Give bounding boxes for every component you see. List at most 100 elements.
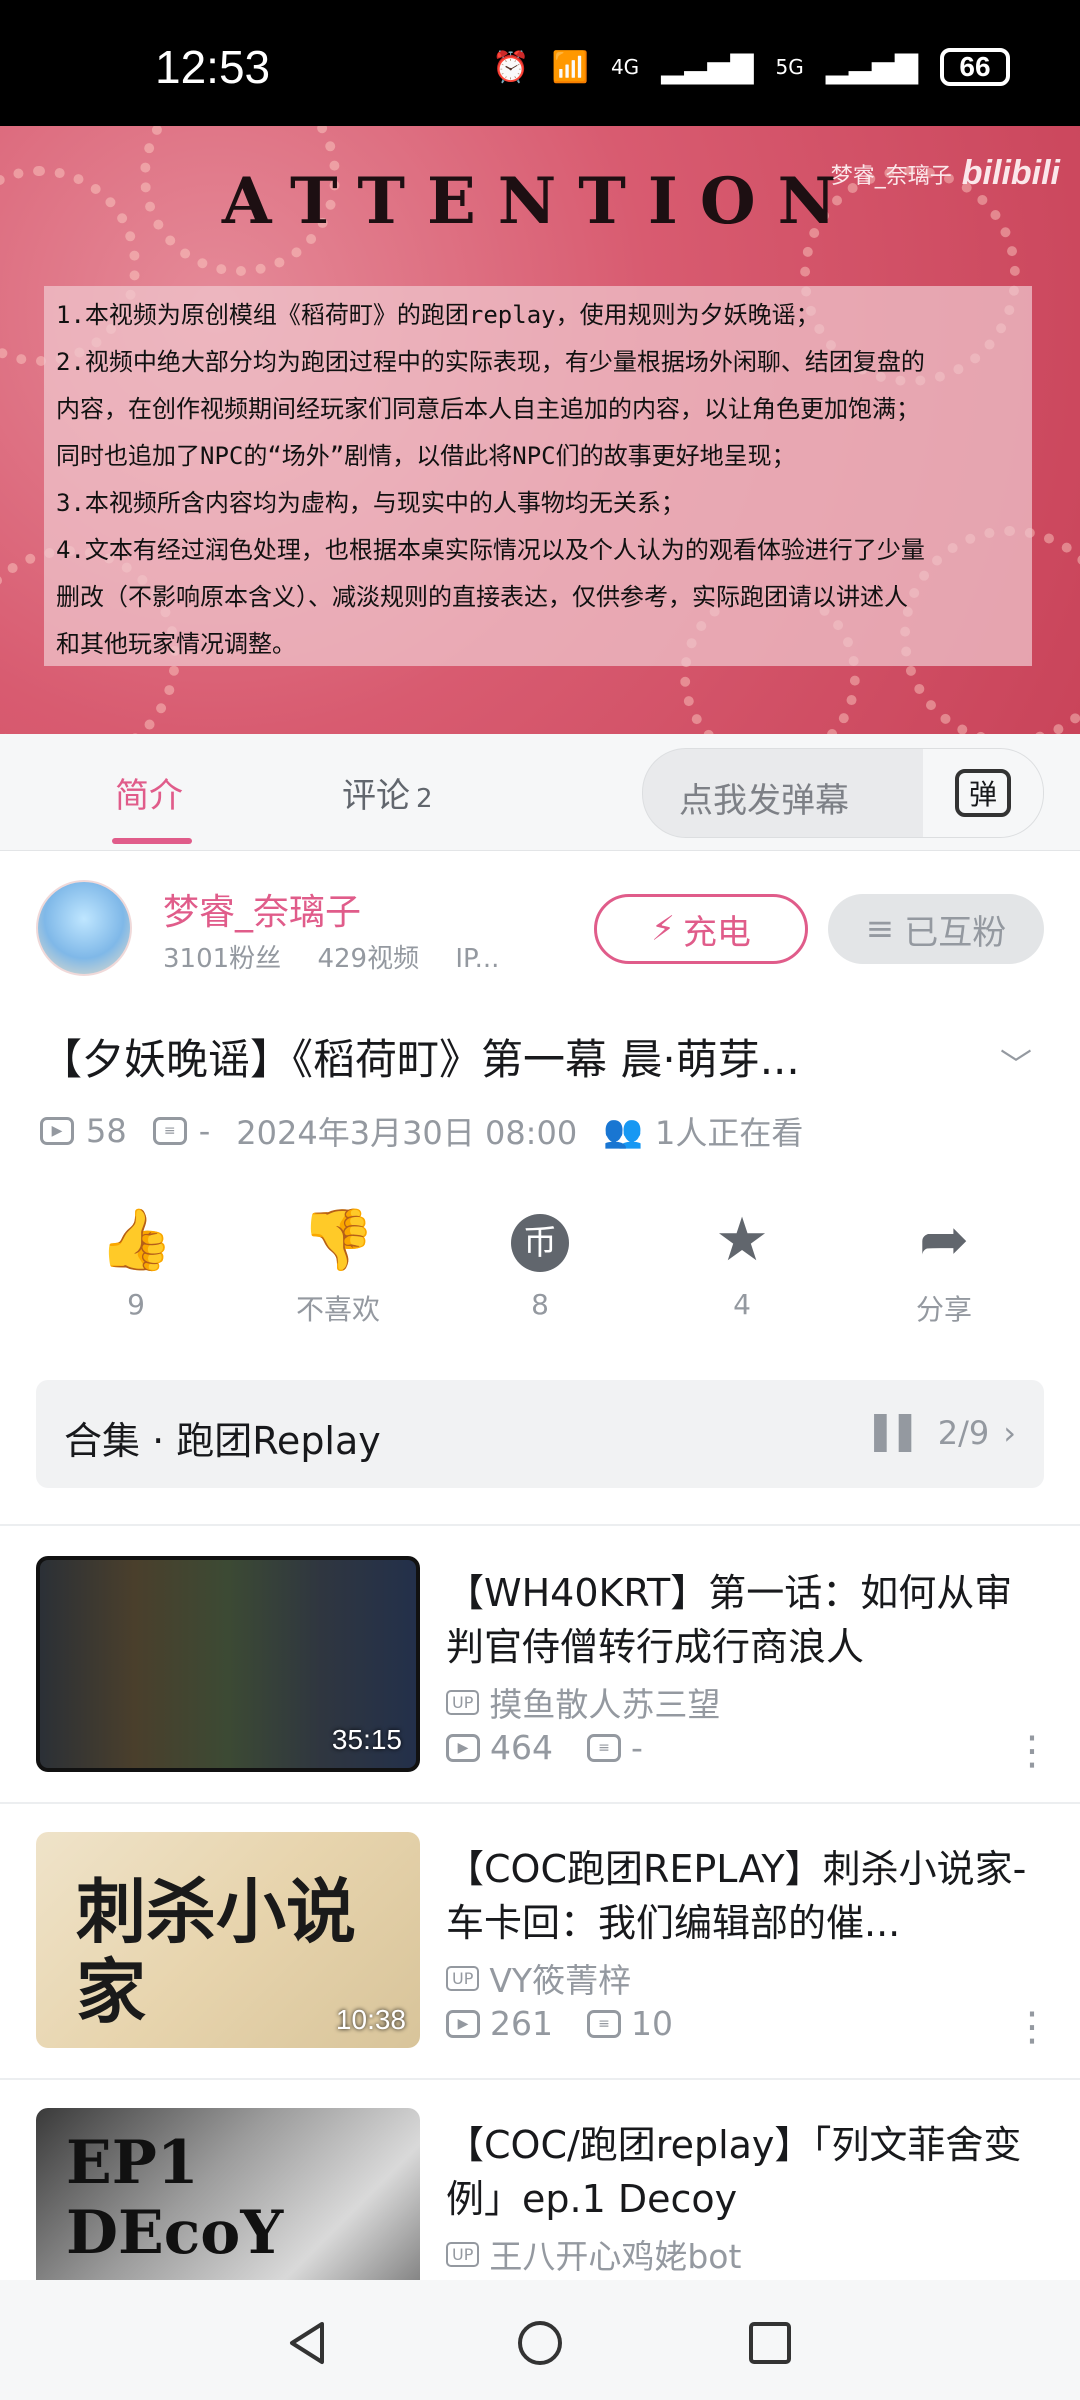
tab-intro[interactable]: 简介 <box>115 768 183 817</box>
back-icon[interactable] <box>282 2318 332 2368</box>
up-badge-icon: UP <box>446 2241 480 2267</box>
video-item-uploader: UP VY筱菁梓 <box>446 1954 631 2002</box>
thumbs-up-icon: 👍 <box>98 1205 174 1275</box>
collection-bar[interactable]: 合集 · 跑团Replay ▌▌ 2/9 › <box>36 1380 1044 1488</box>
watching-count: 1人正在看 <box>655 1114 804 1152</box>
chevron-right-icon: › <box>1003 1414 1016 1452</box>
follow-button[interactable]: ≡ 已互粉 <box>828 894 1044 964</box>
publish-date: 2024年3月30日 08:00 <box>236 1114 578 1152</box>
signal-icon: ▂▃▅▇ <box>661 49 754 85</box>
list-item[interactable]: 35:15 【WH40KRT】第一话：如何从审判官侍僧转行成行商浪人 UP 摸鱼… <box>0 1556 1080 1832</box>
video-item-title: 【WH40KRT】第一话：如何从审判官侍僧转行成行商浪人 <box>446 1571 1013 1669</box>
signal-5g-label: 5G <box>775 55 804 79</box>
favorite-button[interactable]: ★ 4 <box>682 1200 802 1321</box>
charge-button[interactable]: ⚡ 充电 <box>594 894 808 964</box>
menu-icon: ≡ <box>865 909 895 949</box>
play-count-icon: ▶ <box>446 1733 480 1762</box>
play-count: 261 <box>490 2004 553 2043</box>
lightning-icon: ⚡ <box>651 909 675 949</box>
video-player[interactable]: ATTENTION 梦睿_奈璃子 bilibili 1.本视频为原创模组《稻荷町… <box>0 126 1080 734</box>
danmaku-toggle-button[interactable]: 弹 <box>923 749 1043 837</box>
recents-icon[interactable] <box>745 2318 795 2368</box>
thumbnail-text: 刺杀小说家 <box>76 1870 356 2033</box>
share-button[interactable]: ➦ 分享 <box>884 1200 1004 1328</box>
video-duration: 35:15 <box>331 1724 402 1755</box>
system-nav-bar <box>0 2280 1080 2400</box>
videos-count: 429视频 <box>317 944 420 974</box>
notice-line: 2.视频中绝大部分均为跑团过程中的实际表现，有少量根据场外闲聊、结团复盘的 <box>56 348 925 376</box>
notice-line: 删改（不影响原本含义）、减淡规则的直接表达，仅供参考，实际跑团请以讲述人 <box>56 583 908 611</box>
list-item[interactable]: 刺杀小说家 10:38 【COC跑团REPLAY】刺杀小说家-车卡回：我们编辑部… <box>0 1832 1080 2108</box>
notice-line: 同时也追加了NPC的“场外”剧情，以借此将NPC们的故事更好地呈现； <box>56 442 796 470</box>
avatar[interactable] <box>36 880 132 976</box>
charge-label: 充电 <box>682 912 751 953</box>
like-count: 9 <box>127 1288 145 1321</box>
more-options-icon[interactable]: ⋮ <box>1012 1728 1052 1774</box>
chevron-down-icon[interactable]: ﹀ <box>1000 1040 1032 1086</box>
ip-location: IP... <box>455 944 500 974</box>
uploader-stats: 3101粉丝 429视频 IP... <box>163 938 527 975</box>
thumbnail-text: EP1 DEcoY <box>66 2128 284 2268</box>
divider <box>0 1802 1080 1804</box>
play-count-icon: ▶ <box>40 1117 74 1145</box>
up-badge-icon: UP <box>446 1689 480 1715</box>
bilibili-logo: bilibili <box>961 154 1060 192</box>
video-item-uploader: UP 摸鱼散人苏三望 <box>446 1678 720 1726</box>
notice-line: 1.本视频为原创模组《稻荷町》的跑团replay，使用规则为夕妖晚谣； <box>56 301 820 329</box>
share-icon: ➦ <box>918 1205 970 1275</box>
more-options-icon[interactable]: ⋮ <box>1012 2004 1052 2050</box>
danmaku-count-icon: ≡ <box>587 1733 621 1762</box>
comments-count: 2 <box>416 784 433 814</box>
list-item[interactable]: EP1 DEcoY 【COC/跑团replay】「列文菲舍变例」ep.1 Dec… <box>0 2108 1080 2280</box>
alarm-icon: ⏰ <box>492 49 530 85</box>
danmaku-placeholder: 点我发弹幕 <box>679 781 849 821</box>
notice-line: 3.本视频所含内容均为虚构，与现实中的人事物均无关系； <box>56 489 685 517</box>
viewers-icon: 👥 <box>603 1112 644 1150</box>
video-title: 【夕妖晚谣】《稻荷町》第一幕 晨·萌芽... <box>40 1035 800 1084</box>
collection-label: 合集 · 跑团Replay <box>64 1419 381 1463</box>
danmaku-count-icon: ≡ <box>152 1117 187 1145</box>
uploader-name[interactable]: 梦睿_奈璃子 <box>163 883 361 935</box>
danmaku-count: 10 <box>631 2004 673 2043</box>
collection-progress: ▌▌ 2/9 › <box>874 1414 1016 1452</box>
video-duration: 10:38 <box>335 2004 406 2035</box>
like-button[interactable]: 👍 9 <box>76 1200 196 1321</box>
watermark-name: 梦睿_奈璃子 <box>830 163 952 189</box>
follow-label: 已互粉 <box>904 912 1007 953</box>
action-row: 👍 9 👎 不喜欢 币 8 ★ 4 ➦ 分享 <box>0 1200 1080 1330</box>
status-time: 12:53 <box>155 41 271 93</box>
notice-line: 内容，在创作视频期间经玩家们同意后本人自主追加的内容，以让角色更加饱满； <box>56 395 920 423</box>
dislike-label: 不喜欢 <box>295 1293 380 1326</box>
uploader-label: 摸鱼散人苏三望 <box>489 1685 721 1724</box>
notice-line: 和其他玩家情况调整。 <box>56 630 296 658</box>
tab-comments[interactable]: 评论 2 <box>342 768 433 817</box>
fans-count: 3101粉丝 <box>163 944 282 974</box>
status-icons: ⏰ 📶 4G ▂▃▅▇ 5G ▂▃▅▇ 66 <box>492 48 1010 86</box>
signal-4g-label: 4G <box>610 55 640 79</box>
play-count: 58 <box>86 1112 127 1150</box>
coin-button[interactable]: 币 8 <box>480 1200 600 1321</box>
up-badge-icon: UP <box>446 1965 480 1991</box>
video-item-uploader: UP 王八开心鸡姥bot <box>446 2230 741 2278</box>
danmaku-input[interactable]: 点我发弹幕 弹 <box>642 748 1044 838</box>
share-label: 分享 <box>915 1293 972 1326</box>
dislike-button[interactable]: 👎 不喜欢 <box>278 1200 398 1328</box>
video-item-stats: ▶ 464 ≡ - <box>446 1728 643 1767</box>
watermark: 梦睿_奈璃子 bilibili <box>831 154 1060 193</box>
uploader-label: 王八开心鸡姥bot <box>489 2237 742 2276</box>
battery-icon: 66 <box>940 48 1010 86</box>
tab-comments-label: 评论 <box>342 776 410 816</box>
video-item-title: 【COC/跑团replay】「列文菲舍变例」ep.1 Decoy <box>446 2123 1022 2221</box>
collection-progress-text: 2/9 <box>937 1414 990 1452</box>
danmaku-count: - <box>631 1728 643 1767</box>
status-bar: 12:53 ⏰ 📶 4G ▂▃▅▇ 5G ▂▃▅▇ 66 <box>0 0 1080 126</box>
notice-line: 4.文本有经过润色处理，也根据本桌实际情况以及个人认为的观看体验进行了少量 <box>56 536 925 564</box>
play-count: 464 <box>490 1728 553 1767</box>
video-meta: ▶ 58 ≡ - 2024年3月30日 08:00 👥 1人正在看 <box>40 1108 803 1154</box>
danmaku-toggle-icon: 弹 <box>955 769 1011 817</box>
wifi-icon: 📶 <box>551 49 589 85</box>
danmaku-count: - <box>198 1112 211 1150</box>
home-icon[interactable] <box>515 2318 565 2368</box>
play-count-icon: ▶ <box>446 2009 480 2038</box>
tab-bar: 简介 评论 2 点我发弹幕 弹 <box>0 734 1080 851</box>
